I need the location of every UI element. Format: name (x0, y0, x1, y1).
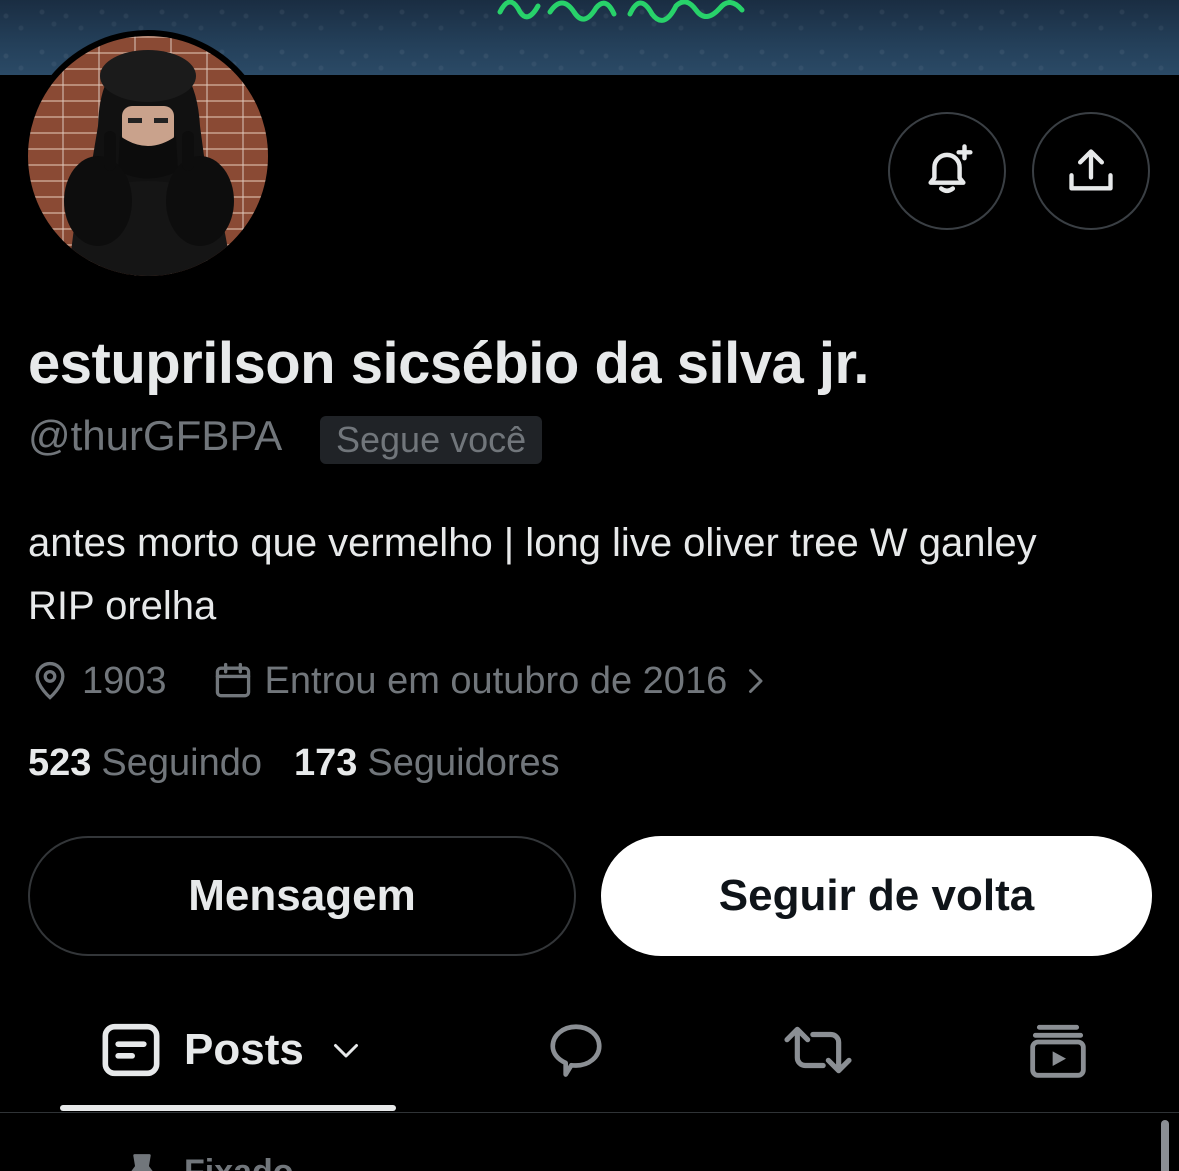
tab-posts-label: Posts (184, 1025, 304, 1074)
follow-back-button[interactable]: Seguir de volta (601, 836, 1152, 956)
followers-label: Seguidores (367, 742, 560, 784)
profile-meta: 1903 Entrou em outubro de 2016 (28, 656, 791, 706)
repost-icon (784, 1026, 852, 1074)
scrollbar[interactable] (1161, 1120, 1169, 1171)
tab-posts[interactable]: Posts (100, 1000, 364, 1100)
bio-line: antes morto que vermelho | long live oli… (28, 521, 1037, 565)
location-pin-icon (28, 659, 72, 703)
tab-replies[interactable] (543, 1000, 609, 1100)
message-button[interactable]: Mensagem (28, 836, 576, 956)
tab-reposts[interactable] (780, 1000, 856, 1100)
location-text: 1903 (82, 659, 167, 702)
tabs-divider (0, 1112, 1179, 1113)
bell-plus-icon (928, 144, 973, 194)
profile-bio: antes morto que vermelho | long live oli… (28, 512, 1168, 638)
profile-page: estuprilson sicsébio da silva jr. @thurG… (0, 0, 1179, 1171)
avatar[interactable] (22, 30, 274, 282)
profile-tabs: Posts (0, 1000, 1179, 1112)
username-handle: @thurGFBPA (28, 412, 283, 459)
joined-date-link[interactable]: Entrou em outubro de 2016 (265, 660, 728, 703)
followers-count: 173 (294, 742, 358, 784)
pinned-text: Fixado (184, 1153, 294, 1171)
calendar-icon (211, 659, 255, 703)
bio-line: RIP orelha (28, 584, 217, 628)
followers-link[interactable]: 173 Seguidores (294, 742, 560, 785)
posts-icon (102, 1023, 160, 1077)
tab-media[interactable] (1025, 1000, 1091, 1100)
following-link[interactable]: 523 Seguindo (28, 742, 262, 785)
chevron-down-icon[interactable] (328, 1032, 364, 1068)
media-icon (1030, 1024, 1086, 1078)
active-tab-indicator (60, 1105, 396, 1111)
pinned-label: Fixado (120, 1150, 294, 1171)
pin-icon (120, 1150, 164, 1171)
avatar-image (28, 36, 268, 276)
following-label: Seguindo (101, 742, 262, 784)
share-button[interactable] (1032, 112, 1150, 230)
reply-bubble-icon (550, 1024, 602, 1077)
share-icon (1069, 149, 1113, 191)
chevron-right-icon[interactable] (737, 659, 781, 703)
display-name: estuprilson sicsébio da silva jr. (28, 331, 869, 396)
following-count: 523 (28, 742, 92, 784)
follow-counts: 523 Seguindo 173 Seguidores (28, 742, 592, 785)
banner-graffiti (497, 0, 745, 23)
notifications-button[interactable] (888, 112, 1006, 230)
follows-you-badge: Segue você (320, 416, 543, 464)
